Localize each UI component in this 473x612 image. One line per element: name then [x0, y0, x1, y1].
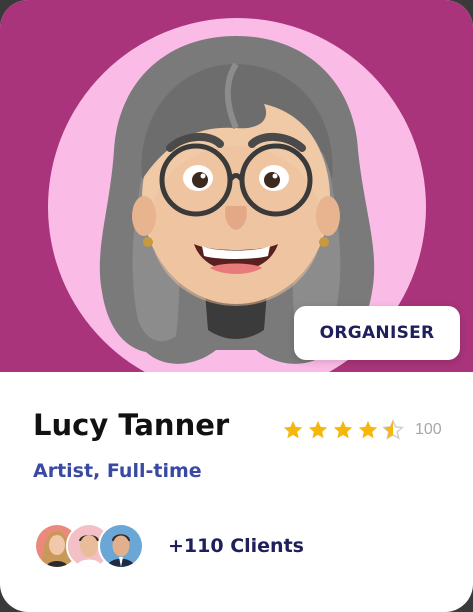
star-icon	[283, 420, 303, 439]
profile-card: ORGANISER Lucy Tanner 100 Artist, Full-t…	[0, 0, 473, 612]
client-avatar	[98, 523, 144, 569]
star-rating: 100	[282, 419, 442, 441]
star-icon	[308, 420, 328, 439]
profile-name: Lucy Tanner	[33, 408, 230, 442]
star-icon	[333, 420, 353, 439]
organiser-badge: ORGANISER	[294, 306, 460, 360]
clients-count-label: +110 Clients	[168, 535, 304, 557]
profile-role: Artist, Full-time	[33, 460, 202, 482]
rating-count: 100	[415, 421, 442, 438]
star-icon	[358, 420, 378, 439]
star-half-icon	[382, 419, 404, 440]
clients-group: +110 Clients	[34, 523, 304, 569]
hero-banner: ORGANISER	[0, 0, 473, 372]
